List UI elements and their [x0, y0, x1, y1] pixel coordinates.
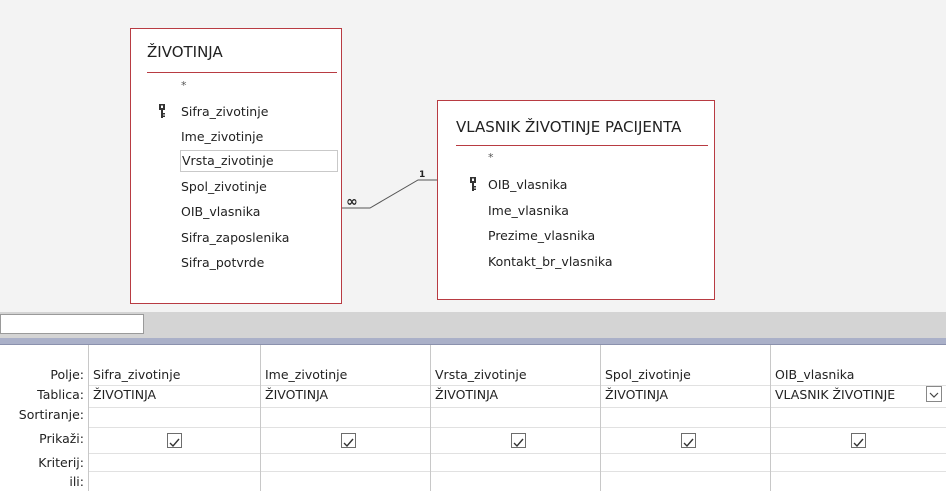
- grid-column[interactable]: Ime_zivotinje ŽIVOTINJA: [260, 345, 431, 491]
- show-checkbox[interactable]: [341, 433, 356, 448]
- field-oib-vlasnika[interactable]: OIB_vlasnika: [488, 174, 567, 196]
- grid-table-cell[interactable]: ŽIVOTINJA: [435, 387, 498, 402]
- pane-divider-band[interactable]: [0, 338, 946, 345]
- table-header-divider: [147, 72, 337, 73]
- checkmark-icon: [169, 438, 180, 448]
- relationship-many-label: ∞: [346, 194, 358, 210]
- table-vlasnik-title[interactable]: VLASNIK ŽIVOTINJE PACIJENTA: [456, 118, 714, 136]
- grid-column[interactable]: Spol_zivotinje ŽIVOTINJA: [600, 345, 771, 491]
- field-sifra-potvrde[interactable]: Sifra_potvrde: [181, 252, 264, 274]
- table-dropdown-button[interactable]: [926, 386, 942, 402]
- query-design-grid: Polje: Tablica: Sortiranje: Prikaži: Kri…: [0, 345, 946, 491]
- grid-column[interactable]: Sifra_zivotinje ŽIVOTINJA: [88, 345, 261, 491]
- field-sifra-zivotinje[interactable]: Sifra_zivotinje: [181, 101, 268, 123]
- show-checkbox[interactable]: [851, 433, 866, 448]
- splitter-input-box[interactable]: [0, 314, 144, 334]
- table-header-divider: [456, 145, 708, 146]
- field-kontakt-br-vlasnika[interactable]: Kontakt_br_vlasnika: [488, 251, 613, 273]
- query-design-canvas: ŽIVOTINJA * Sifra_zivotinje Ime_zivotinj…: [0, 0, 946, 312]
- table-zivotinja-title[interactable]: ŽIVOTINJA: [147, 43, 341, 61]
- row-label-kriterij: Kriterij:: [38, 455, 84, 470]
- chevron-down-icon: [929, 392, 939, 398]
- row-label-tablica: Tablica:: [37, 387, 84, 402]
- grid-table-cell[interactable]: ŽIVOTINJA: [93, 387, 156, 402]
- show-checkbox[interactable]: [681, 433, 696, 448]
- field-ime-vlasnika[interactable]: Ime_vlasnika: [488, 200, 569, 222]
- grid-table-cell[interactable]: ŽIVOTINJA: [605, 387, 668, 402]
- table-zivotinja[interactable]: ŽIVOTINJA * Sifra_zivotinje Ime_zivotinj…: [130, 28, 342, 304]
- row-label-polje: Polje:: [50, 367, 84, 382]
- grid-column[interactable]: OIB_vlasnika VLASNIK ŽIVOTINJE: [770, 345, 946, 491]
- grid-field-cell[interactable]: Ime_zivotinje: [265, 367, 347, 382]
- row-label-sortiranje: Sortiranje:: [18, 407, 84, 422]
- field-sifra-zaposlenika[interactable]: Sifra_zaposlenika: [181, 227, 289, 249]
- checkmark-icon: [683, 438, 694, 448]
- grid-field-cell[interactable]: Spol_zivotinje: [605, 367, 691, 382]
- checkmark-icon: [343, 438, 354, 448]
- relationship-line[interactable]: ∞ 1: [340, 160, 440, 220]
- pane-splitter[interactable]: [0, 312, 946, 338]
- grid-table-cell[interactable]: VLASNIK ŽIVOTINJE: [775, 387, 895, 402]
- table-vlasnik[interactable]: VLASNIK ŽIVOTINJE PACIJENTA * OIB_vlasni…: [437, 100, 715, 300]
- field-spol-zivotinje[interactable]: Spol_zivotinje: [181, 176, 267, 198]
- checkmark-icon: [513, 438, 524, 448]
- grid-table-cell[interactable]: ŽIVOTINJA: [265, 387, 328, 402]
- field-ime-zivotinje[interactable]: Ime_zivotinje: [181, 126, 263, 148]
- field-vrsta-zivotinje[interactable]: Vrsta_zivotinje: [180, 150, 338, 172]
- grid-field-cell[interactable]: Vrsta_zivotinje: [435, 367, 527, 382]
- grid-column[interactable]: Vrsta_zivotinje ŽIVOTINJA: [430, 345, 601, 491]
- key-icon: [470, 177, 476, 191]
- checkmark-icon: [853, 438, 864, 448]
- grid-field-cell[interactable]: OIB_vlasnika: [775, 367, 854, 382]
- row-label-prikazi: Prikaži:: [39, 431, 84, 446]
- all-fields-star[interactable]: *: [181, 75, 187, 97]
- relationship-one-label: 1: [419, 170, 425, 180]
- show-checkbox[interactable]: [511, 433, 526, 448]
- all-fields-star[interactable]: *: [488, 147, 494, 169]
- field-oib-vlasnika[interactable]: OIB_vlasnika: [181, 201, 260, 223]
- row-label-ili: ili:: [69, 474, 84, 489]
- field-prezime-vlasnika[interactable]: Prezime_vlasnika: [488, 225, 595, 247]
- show-checkbox[interactable]: [167, 433, 182, 448]
- grid-field-cell[interactable]: Sifra_zivotinje: [93, 367, 180, 382]
- key-icon: [159, 104, 165, 118]
